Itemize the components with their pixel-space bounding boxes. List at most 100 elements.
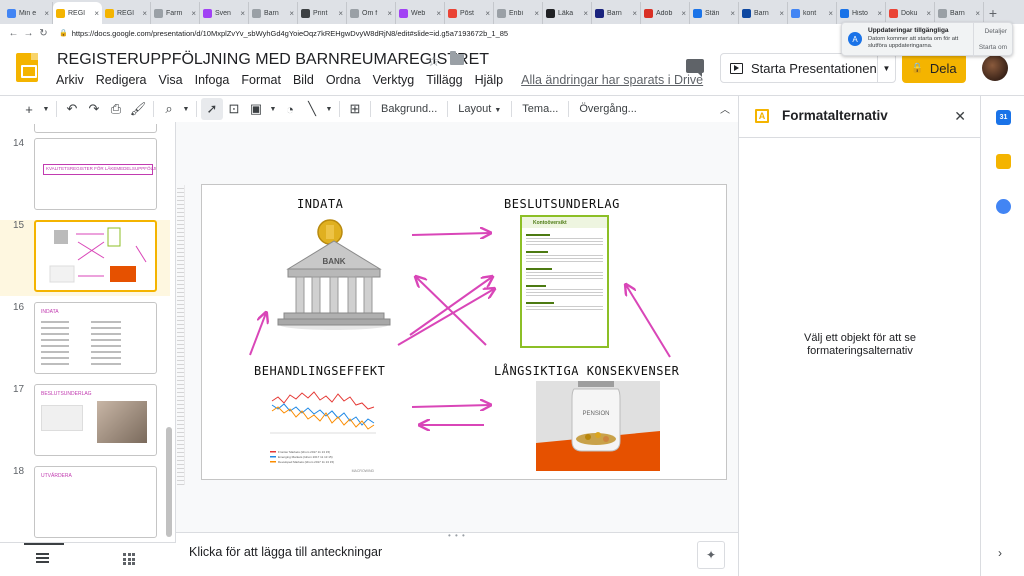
browser-tab[interactable]: Barn × [935,2,984,24]
tab-close-icon[interactable]: × [877,9,882,18]
new-tab-button[interactable]: + [984,2,1002,24]
back-icon[interactable]: ← [6,28,21,39]
print-icon[interactable]: ⎙ [105,98,127,120]
close-icon[interactable]: ✕ [954,108,966,125]
layout-button[interactable]: Layout ▼ [452,103,507,115]
slide-thumbnail-14[interactable]: 14 KVALITETSREGISTER FÖR LÄKEMEDELSUPPFÖL… [0,138,170,214]
folder-icon[interactable] [450,51,464,65]
tab-close-icon[interactable]: × [387,9,392,18]
browser-tab[interactable]: Pōst × [445,2,494,24]
avatar[interactable] [982,55,1008,81]
browser-tab[interactable]: Web × [396,2,445,24]
menu-item[interactable]: Ordna [326,73,361,87]
slides-logo-icon[interactable] [16,53,38,82]
tab-close-icon[interactable]: × [926,9,931,18]
browser-tab[interactable]: Farm × [151,2,200,24]
select-cursor-icon[interactable]: ➚ [201,98,223,120]
browser-tab[interactable]: Doku × [886,2,935,24]
browser-tab[interactable]: Barn × [592,2,641,24]
browser-tab[interactable]: Print × [298,2,347,24]
zoom-dropdown-icon[interactable]: ▼ [180,98,192,120]
tab-close-icon[interactable]: × [289,9,294,18]
browser-tab[interactable]: Histo × [837,2,886,24]
image-dropdown-icon[interactable]: ▼ [267,98,279,120]
tab-close-icon[interactable]: × [142,9,147,18]
menu-item[interactable]: Arkiv [56,73,84,87]
reload-icon[interactable]: ↻ [36,28,51,39]
browser-tab[interactable]: Om f × [347,2,396,24]
notes-resize-handle[interactable]: • • • [448,531,466,540]
forward-icon[interactable]: → [21,28,36,39]
transition-button[interactable]: Övergång... [573,103,642,115]
slide-thumbnail-18[interactable]: 18 UTVÄRDERA [0,466,170,542]
star-icon[interactable]: ☆ [427,52,440,70]
present-button[interactable]: Starta Presentationen ▼ [720,53,896,83]
tab-close-icon[interactable]: × [681,9,686,18]
tab-close-icon[interactable]: × [975,9,980,18]
browser-tab[interactable]: Läka × [543,2,592,24]
filmstrip-scrollbar[interactable] [166,427,172,537]
menu-item[interactable]: Redigera [96,73,147,87]
details-button[interactable]: Detaljer [985,28,1007,35]
browser-tab[interactable]: Min e × [4,2,53,24]
tab-close-icon[interactable]: × [583,9,588,18]
shape-icon[interactable]: ◔ [279,98,301,120]
tab-close-icon[interactable]: × [730,9,735,18]
browser-tab[interactable]: Enbi × [494,2,543,24]
comment-history-icon[interactable] [686,59,704,77]
slide-thumbnail-partial[interactable] [34,124,157,133]
tab-close-icon[interactable]: × [828,9,833,18]
slide-thumbnail-16[interactable]: 16 INDATA [0,302,170,378]
browser-tab[interactable]: Adob × [641,2,690,24]
list-view-icon[interactable] [24,543,64,564]
tab-close-icon[interactable]: × [44,9,49,18]
menu-item[interactable]: Bild [293,73,314,87]
line-dropdown-icon[interactable]: ▼ [323,98,335,120]
tab-close-icon[interactable]: × [436,9,441,18]
tasks-icon[interactable] [996,199,1011,214]
calendar-icon[interactable]: 31 [996,110,1011,125]
tab-close-icon[interactable]: × [485,9,490,18]
menu-item[interactable]: Visa [159,73,183,87]
save-status-link[interactable]: Alla ändringar har sparats i Drive [521,73,703,87]
tab-close-icon[interactable]: × [779,9,784,18]
collapse-toolbar-icon[interactable]: ︿ [720,101,730,116]
url-field[interactable]: 🔒 https://docs.google.com/presentation/d… [59,29,508,38]
browser-tab[interactable]: REGI × [102,2,151,24]
browser-tab[interactable]: Barn × [739,2,788,24]
document-title[interactable]: REGISTERUPPFÖLJNING MED BARNREUMAREGISTR… [57,51,489,69]
notes-placeholder[interactable]: Klicka för att lägga till anteckningar [189,545,382,559]
tab-close-icon[interactable]: × [632,9,637,18]
menu-item[interactable]: Tillägg [426,73,462,87]
menu-item[interactable]: Hjälp [475,73,504,87]
browser-tab[interactable]: Stän × [690,2,739,24]
slide-thumbnail-17[interactable]: 17 BESLUTSUNDERLAG [0,384,170,460]
theme-button[interactable]: Tema... [516,103,564,115]
menu-item[interactable]: Infoga [195,73,230,87]
keep-icon[interactable] [996,154,1011,169]
slide-thumbnail-15[interactable]: 15 [0,220,170,296]
new-slide-dropdown-icon[interactable]: ▼ [40,98,52,120]
zoom-icon[interactable]: ⌕ [158,98,180,120]
browser-tab[interactable]: kont × [788,2,837,24]
present-dropdown[interactable]: ▼ [877,54,895,82]
restart-button[interactable]: Starta om [979,44,1007,51]
grid-view-icon[interactable] [123,553,135,565]
background-button[interactable]: Bakgrund... [375,103,443,115]
add-comment-icon[interactable]: ⊞ [344,98,366,120]
explore-icon[interactable]: ✦ [697,541,725,569]
tab-close-icon[interactable]: × [191,9,196,18]
chevron-right-icon[interactable]: › [998,546,1008,560]
browser-tab[interactable]: REGI × [53,2,102,24]
share-button[interactable]: 🔒 Dela [902,53,966,83]
menu-item[interactable]: Format [241,73,281,87]
browser-tab[interactable]: Barn × [249,2,298,24]
undo-icon[interactable]: ↶ [61,98,83,120]
tab-close-icon[interactable]: × [534,9,539,18]
current-slide[interactable]: INDATA BESLUTSUNDERLAG BEHANDLINGSEFFEKT… [201,184,727,480]
redo-icon[interactable]: ↷ [83,98,105,120]
browser-tab[interactable]: Sven × [200,2,249,24]
tab-close-icon[interactable]: × [240,9,245,18]
tab-close-icon[interactable]: × [338,9,343,18]
image-icon[interactable]: ▣ [245,98,267,120]
